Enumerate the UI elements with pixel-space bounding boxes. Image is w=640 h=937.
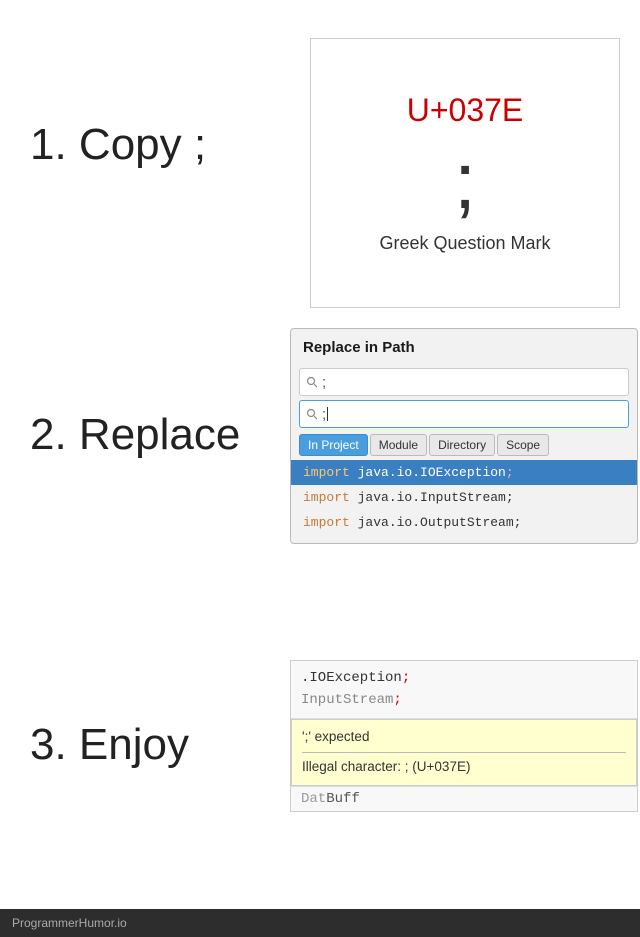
- unicode-card: U+037E ; Greek Question Mark: [310, 38, 620, 308]
- code-line-3: DatBuff: [291, 786, 637, 811]
- tab-directory[interactable]: Directory: [429, 434, 495, 456]
- code-text-1: .IOException: [301, 670, 402, 686]
- keyword-import-3: import: [303, 515, 350, 530]
- code-line-2: InputStream;: [301, 689, 627, 711]
- unicode-code: U+037E: [407, 92, 524, 129]
- code-area: .IOException; InputStream;: [291, 661, 637, 719]
- scope-tabs: In Project Module Directory Scope: [299, 434, 629, 456]
- step2-label: 2. Replace: [30, 410, 240, 460]
- result-row-2[interactable]: import java.io.InputStream;: [291, 485, 637, 510]
- replace-value: ;: [322, 406, 326, 423]
- classname-3: java.io.OutputStream: [358, 515, 514, 530]
- dialog-title: Replace in Path: [291, 329, 637, 364]
- keyword-import-2: import: [303, 490, 350, 505]
- semichar-2: ;: [506, 490, 514, 505]
- error-popup: ';' expected Illegal character: ; (U+037…: [291, 719, 637, 786]
- code-line-1: .IOException;: [301, 667, 627, 689]
- footer-text: ProgrammerHumor.io: [12, 916, 127, 930]
- footer-bar: ProgrammerHumor.io: [0, 909, 640, 937]
- result-row-3[interactable]: import java.io.OutputStream;: [291, 510, 637, 535]
- tab-module[interactable]: Module: [370, 434, 427, 456]
- code-text-3: DatBuff: [301, 791, 360, 807]
- error-divider: [302, 752, 626, 753]
- step1-label: 1. Copy ;: [30, 120, 206, 170]
- classname-1: java.io.IOException: [358, 465, 506, 480]
- search-field[interactable]: ;: [299, 368, 629, 396]
- unicode-name: Greek Question Mark: [379, 233, 550, 254]
- search-icon: [306, 376, 318, 388]
- code-text-2: InputStream: [301, 692, 393, 708]
- greek-semi-2: ;: [393, 692, 401, 708]
- replace-search-icon: [306, 408, 318, 420]
- tab-scope[interactable]: Scope: [497, 434, 549, 456]
- greek-semi-1: ;: [402, 670, 410, 686]
- error-line-1: ';' expected: [302, 726, 626, 749]
- cursor: [327, 407, 328, 421]
- classname-2: java.io.InputStream: [358, 490, 506, 505]
- step3-label: 3. Enjoy: [30, 720, 189, 770]
- error-line-2: Illegal character: ; (U+037E): [302, 756, 626, 779]
- keyword-import-1: import: [303, 465, 350, 480]
- search-value: ;: [322, 374, 326, 391]
- tab-in-project[interactable]: In Project: [299, 434, 368, 456]
- semichar-3: ;: [514, 515, 522, 530]
- enjoy-panel: .IOException; InputStream; ';' expected …: [290, 660, 638, 812]
- unicode-char: ;: [454, 141, 476, 221]
- result-row-1[interactable]: import java.io.IOException;: [291, 460, 637, 485]
- replace-dialog: Replace in Path ; ; In Project Module Di…: [290, 328, 638, 544]
- replace-field[interactable]: ;: [299, 400, 629, 428]
- semichar-1: ;: [506, 465, 514, 480]
